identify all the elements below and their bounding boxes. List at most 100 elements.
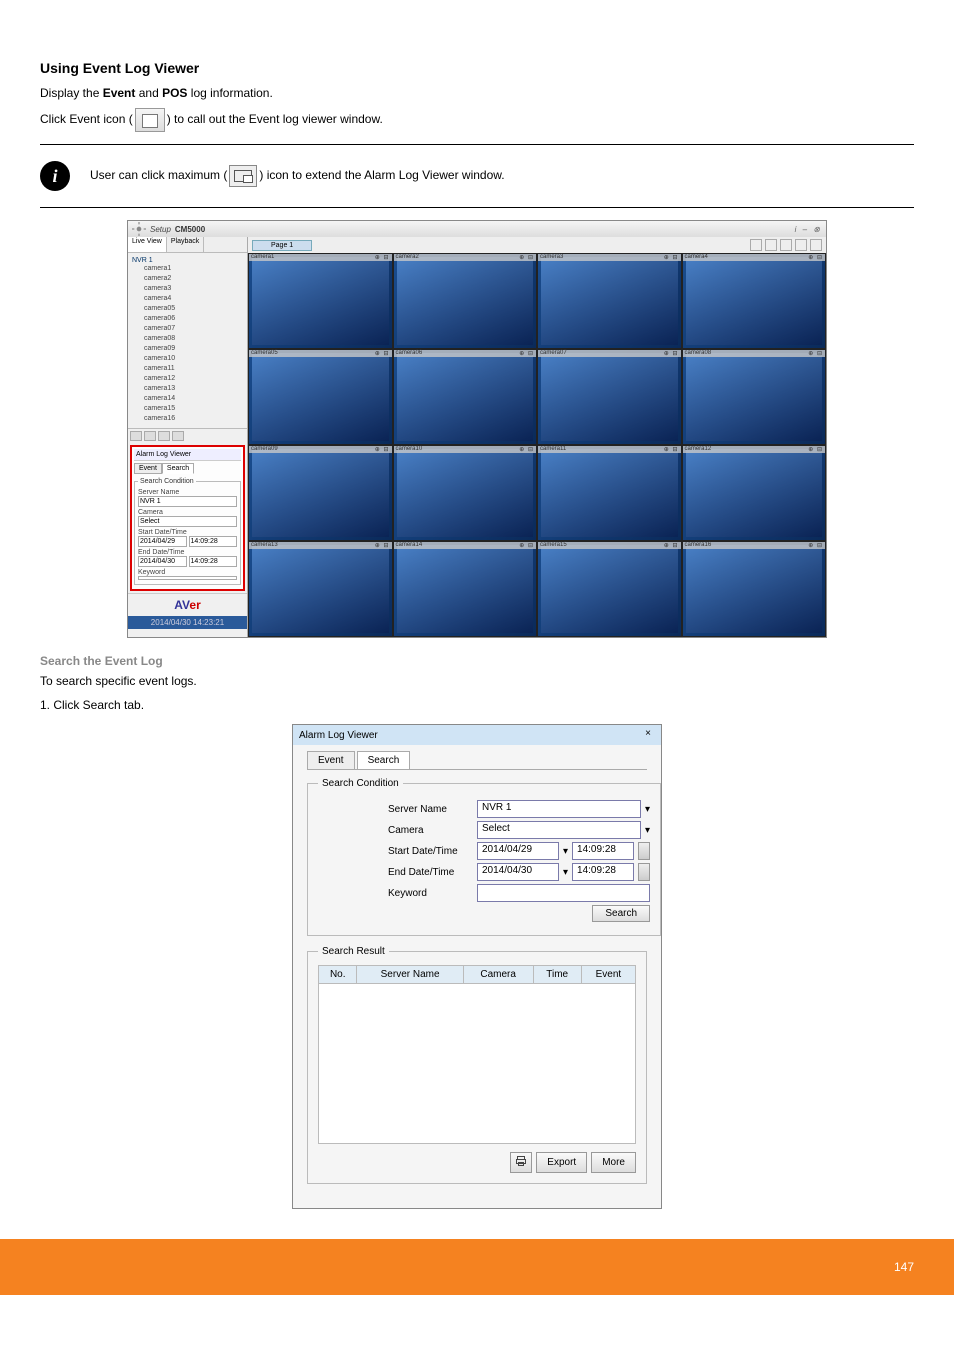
alarm-tab-event[interactable]: Event: [134, 463, 162, 474]
end-date-input[interactable]: 2014/04/30: [138, 556, 187, 567]
camera-select[interactable]: Select: [138, 516, 237, 527]
camera-tile[interactable]: camera06⊕ ⊟: [393, 349, 538, 445]
col-server[interactable]: Server Name: [357, 966, 463, 984]
tree-item[interactable]: camera11: [132, 364, 243, 374]
tree-item[interactable]: camera05: [132, 304, 243, 314]
start-date-input[interactable]: 2014/04/29: [138, 536, 187, 547]
emap-icon[interactable]: [765, 239, 777, 251]
camera-tile[interactable]: camera16⊕ ⊟: [682, 541, 827, 637]
sidebar-tabs: Live View Playback: [128, 237, 247, 253]
camera-tile[interactable]: camera1⊕ ⊟: [248, 253, 393, 349]
dialog-title: Alarm Log Viewer: [299, 730, 378, 741]
toolbar-icon[interactable]: [144, 431, 156, 441]
toolbar-icon[interactable]: [172, 431, 184, 441]
more-button[interactable]: More: [591, 1152, 636, 1173]
setup-label[interactable]: Setup: [150, 225, 171, 234]
fullscreen-icon[interactable]: [780, 239, 792, 251]
camera-tile[interactable]: camera09⊕ ⊟: [248, 445, 393, 541]
keyword-input[interactable]: [477, 884, 650, 902]
chevron-down-icon[interactable]: ▾: [645, 804, 650, 815]
camera-label: Camera: [388, 825, 473, 836]
print-button[interactable]: [510, 1152, 532, 1173]
minimize-window-icon[interactable]: –: [803, 225, 807, 234]
gear-icon: [132, 222, 146, 236]
tree-item[interactable]: camera10: [132, 354, 243, 364]
start-time-input[interactable]: 14:09:28: [572, 842, 634, 860]
tab-playback[interactable]: Playback: [167, 237, 204, 252]
col-time[interactable]: Time: [533, 966, 581, 984]
col-camera[interactable]: Camera: [463, 966, 533, 984]
tree-item[interactable]: camera09: [132, 344, 243, 354]
tab-live-view[interactable]: Live View: [128, 237, 167, 252]
tree-item[interactable]: camera1: [132, 264, 243, 274]
tree-root[interactable]: NVR 1: [132, 257, 243, 264]
event-log-icon[interactable]: [810, 239, 822, 251]
time-spinner[interactable]: [638, 842, 650, 860]
tree-item[interactable]: camera15: [132, 404, 243, 414]
tree-item[interactable]: camera2: [132, 274, 243, 284]
page-footer: 147: [0, 1239, 954, 1295]
search-button[interactable]: Search: [592, 905, 650, 922]
chevron-down-icon[interactable]: ▾: [563, 846, 568, 857]
end-time-input[interactable]: 14:09:28: [189, 556, 238, 567]
dialog-tabs: Event Search: [307, 751, 647, 770]
alarm-panel-title: Alarm Log Viewer: [134, 449, 241, 461]
close-icon[interactable]: ×: [641, 728, 655, 742]
export-button[interactable]: Export: [536, 1152, 587, 1173]
end-time-input[interactable]: 14:09:28: [572, 863, 634, 881]
search-desc: To search specific event logs.: [40, 672, 914, 690]
camera-tile[interactable]: camera12⊕ ⊟: [682, 445, 827, 541]
camera-tree: NVR 1 camera1 camera2 camera3 camera4 ca…: [128, 253, 247, 428]
end-date-input[interactable]: 2014/04/30: [477, 863, 559, 881]
end-datetime-label: End Date/Time: [388, 867, 473, 878]
keyword-input[interactable]: [138, 576, 237, 580]
camera-tile[interactable]: camera14⊕ ⊟: [393, 541, 538, 637]
dialog-tab-event[interactable]: Event: [307, 751, 355, 769]
window-controls: i – ⊗: [793, 225, 822, 234]
start-datetime-label: Start Date/Time: [138, 529, 237, 536]
server-name-label: Server Name: [388, 804, 473, 815]
brand-logo: AVer: [128, 593, 247, 616]
tree-item[interactable]: camera3: [132, 284, 243, 294]
camera-tile[interactable]: camera2⊕ ⊟: [393, 253, 538, 349]
start-date-input[interactable]: 2014/04/29: [477, 842, 559, 860]
camera-tile[interactable]: camera15⊕ ⊟: [537, 541, 682, 637]
server-name-select[interactable]: NVR 1: [138, 496, 237, 507]
tree-item[interactable]: camera12: [132, 374, 243, 384]
snapshot-icon[interactable]: [795, 239, 807, 251]
toolbar-icon[interactable]: [130, 431, 142, 441]
camera-label: Camera: [138, 509, 237, 516]
server-name-select[interactable]: NVR 1: [477, 800, 641, 818]
col-event[interactable]: Event: [581, 966, 635, 984]
chevron-down-icon[interactable]: ▾: [645, 825, 650, 836]
tree-item[interactable]: camera14: [132, 394, 243, 404]
layout-icon[interactable]: [750, 239, 762, 251]
camera-tile[interactable]: camera07⊕ ⊟: [537, 349, 682, 445]
tree-item[interactable]: camera06: [132, 314, 243, 324]
start-time-input[interactable]: 14:09:28: [189, 536, 238, 547]
camera-tile[interactable]: camera13⊕ ⊟: [248, 541, 393, 637]
col-no[interactable]: No.: [319, 966, 357, 984]
tree-item[interactable]: camera08: [132, 334, 243, 344]
camera-tile[interactable]: camera08⊕ ⊟: [682, 349, 827, 445]
camera-tile[interactable]: camera10⊕ ⊟: [393, 445, 538, 541]
page-tab-1[interactable]: Page 1: [252, 240, 312, 251]
camera-tile[interactable]: camera05⊕ ⊟: [248, 349, 393, 445]
time-spinner[interactable]: [638, 863, 650, 881]
tree-item[interactable]: camera4: [132, 294, 243, 304]
dialog-tab-search[interactable]: Search: [357, 751, 411, 769]
alarm-tab-search[interactable]: Search: [162, 463, 194, 474]
tree-item[interactable]: camera13: [132, 384, 243, 394]
chevron-down-icon[interactable]: ▾: [563, 867, 568, 878]
divider: [40, 207, 914, 208]
intro-para-2: Click Event icon () to call out the Even…: [40, 108, 914, 132]
tree-item[interactable]: camera07: [132, 324, 243, 334]
info-window-icon[interactable]: i: [795, 225, 797, 234]
camera-tile[interactable]: camera4⊕ ⊟: [682, 253, 827, 349]
close-window-icon[interactable]: ⊗: [813, 225, 820, 234]
camera-tile[interactable]: camera3⊕ ⊟: [537, 253, 682, 349]
camera-select[interactable]: Select: [477, 821, 641, 839]
tree-item[interactable]: camera16: [132, 414, 243, 424]
camera-tile[interactable]: camera11⊕ ⊟: [537, 445, 682, 541]
toolbar-icon[interactable]: [158, 431, 170, 441]
